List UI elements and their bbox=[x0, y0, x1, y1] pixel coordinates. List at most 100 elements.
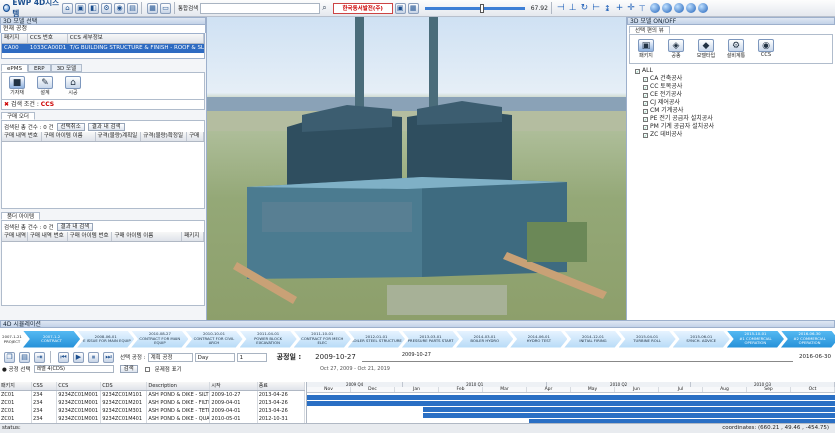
monitor-icon[interactable]: ▣ bbox=[394, 2, 406, 14]
copy-icon[interactable]: ❐ bbox=[4, 351, 15, 363]
gantt-bar[interactable] bbox=[307, 395, 835, 400]
play-icon[interactable]: ▶ bbox=[73, 351, 84, 363]
milestone-item[interactable]: 2015-10-01 #1 COMMERCIAL OPERATION bbox=[726, 330, 784, 348]
schedule-row[interactable]: ZC01 234 9234ZC01M001 9234ZC01M401 ASH POND … bbox=[0, 415, 305, 423]
construction-button[interactable]: ⌂ 시공 bbox=[62, 76, 84, 96]
milestone-item[interactable]: 2016-06-30 #2 COMMERCIAL OPERATION bbox=[780, 330, 835, 348]
checkbox[interactable]: ✓ bbox=[643, 132, 648, 138]
model-type-button[interactable]: ◆ 모델타입 bbox=[695, 39, 717, 59]
3d-viewport[interactable] bbox=[207, 17, 626, 320]
checkbox[interactable]: ✓ bbox=[635, 68, 640, 74]
gantt-bar[interactable] bbox=[423, 407, 835, 412]
camera-icon[interactable]: ◉ bbox=[114, 2, 125, 14]
first-frame-icon[interactable]: ⏮ bbox=[58, 351, 69, 363]
sphere-view-icon-2[interactable] bbox=[661, 3, 672, 13]
process-select[interactable]: 계획 공정 bbox=[147, 352, 193, 362]
measure-icon[interactable]: ↨ bbox=[604, 4, 611, 13]
crosshair-icon[interactable]: ✛ bbox=[627, 3, 635, 13]
export-icon[interactable]: ⇥ bbox=[34, 351, 45, 363]
tab-3d-model[interactable]: 3D 모델 bbox=[50, 64, 83, 72]
tree-item[interactable]: ✓ ALL bbox=[635, 67, 827, 75]
rotate-icon[interactable]: ↻ bbox=[581, 3, 589, 13]
print-icon[interactable]: ▦ bbox=[147, 2, 158, 14]
sphere-view-icon-5[interactable] bbox=[697, 3, 708, 13]
milestone-item[interactable]: 2011-10-01 CONTRACT FOR MECH ELEC bbox=[293, 330, 351, 348]
purchase-item-tab[interactable]: 품더 아이템 bbox=[1, 212, 41, 220]
save-icon[interactable]: ▤ bbox=[127, 2, 138, 14]
schedule-row[interactable]: ZC01 234 9234ZC01M001 9234ZC01M201 ASH POND … bbox=[0, 399, 305, 407]
checkbox[interactable]: ✓ bbox=[643, 108, 648, 114]
tab-erp[interactable]: ERP bbox=[27, 64, 51, 72]
milestone-item[interactable]: 2014-06-01 HYDRO TEST bbox=[510, 330, 568, 348]
sphere-view-icon-4[interactable] bbox=[685, 3, 696, 13]
cube-icon[interactable]: ▣ bbox=[75, 2, 86, 14]
section-icon[interactable]: ⊤ bbox=[639, 4, 646, 13]
pause-icon[interactable]: ⏸ bbox=[88, 351, 99, 363]
search-icon[interactable]: ⌕ bbox=[322, 3, 326, 13]
schedule-row[interactable]: ZC01 234 9234ZC01M001 9234ZC01M301 ASH POND … bbox=[0, 407, 305, 415]
milestone-item[interactable]: 2011-04-01 POWER BLOCK EXCAVATION bbox=[239, 330, 297, 348]
home-icon[interactable]: ⌂ bbox=[62, 2, 73, 14]
tree-item[interactable]: ✓ PM 기계 공급자 설치공사 bbox=[635, 123, 827, 131]
design-button[interactable]: ✎ 설계 bbox=[34, 76, 56, 96]
clear-selection-button[interactable]: 선택취소 bbox=[56, 122, 85, 131]
milestone-item[interactable]: 2013-03-01 PRESSURE PARTS START bbox=[401, 330, 460, 348]
window-icon[interactable]: ▭ bbox=[160, 2, 171, 14]
tree-item[interactable]: ✓ CE 전기공사 bbox=[635, 91, 827, 99]
equipment-button[interactable]: ■ 기자재 bbox=[6, 76, 28, 96]
gantt-bar[interactable] bbox=[423, 413, 835, 418]
milestone-item[interactable]: 2008-06-01 PE ISSUE FOR MAIN EQUIP bbox=[77, 330, 135, 348]
gantt-bar[interactable] bbox=[307, 401, 835, 406]
tree-item[interactable]: ✓ ZC 데비공사 bbox=[635, 131, 827, 139]
checkbox[interactable]: ✓ bbox=[643, 84, 648, 90]
milestone-item[interactable]: 2014-03-01 BOILER HYDRO bbox=[456, 330, 514, 348]
milestone-item[interactable]: 2015-06-01 SYNCH. ADVICE bbox=[672, 330, 730, 348]
sphere-view-icon-1[interactable] bbox=[649, 3, 660, 13]
tree-item[interactable]: ✓ CJ 제어공사 bbox=[635, 99, 827, 107]
view-side-icon[interactable]: ⊢ bbox=[592, 3, 600, 13]
tree-item[interactable]: ✓ CM 기계공사 bbox=[635, 107, 827, 115]
tree-item[interactable]: ✓ CA 건축공사 bbox=[635, 75, 827, 83]
system-button[interactable]: ⚙ 설비계통 bbox=[725, 39, 747, 59]
milestone-item[interactable]: 2010-08-27 CONTRACT FOR MAIN EQUIP bbox=[131, 330, 189, 348]
schedule-row[interactable]: ZC01 234 9234ZC01M001 9234ZC01M101 ASH POND … bbox=[0, 390, 305, 399]
step-input[interactable]: 1 bbox=[236, 352, 267, 362]
milestone-item[interactable]: 2012-01-01 BOILER STEEL STRUCTURE bbox=[347, 330, 405, 348]
layers-icon[interactable]: ◧ bbox=[88, 2, 99, 14]
checkbox[interactable]: ✓ bbox=[643, 116, 648, 122]
date-timeline-slider[interactable]: 2009-10-27 bbox=[361, 352, 794, 362]
unit-select[interactable]: Day bbox=[194, 352, 235, 362]
checkbox[interactable]: ✓ bbox=[643, 76, 648, 82]
search-input[interactable] bbox=[200, 2, 321, 14]
grid-icon[interactable]: ▦ bbox=[407, 2, 419, 14]
milestone-item[interactable]: 2010-10-01 CONTRACT FOR CIVIL ARCH bbox=[185, 330, 243, 348]
paste-icon[interactable]: ▤ bbox=[19, 351, 30, 363]
search-in-result-button-2[interactable]: 결과 내 검색 bbox=[56, 222, 94, 231]
tree-item[interactable]: ✓ PE 전기 공급자 설치공사 bbox=[635, 115, 827, 123]
tree-item[interactable]: ✓ CC 토목공사 bbox=[635, 83, 827, 91]
package-button[interactable]: ▣ 패키지 bbox=[635, 39, 657, 59]
view-top-icon[interactable]: ⊥ bbox=[569, 3, 577, 13]
milestone-item[interactable]: 2014-12-01 INITIAL FIRING bbox=[564, 330, 622, 348]
selected-process-row[interactable]: CA00 1033CA00D1 T/G BUILDING STRUCTURE &… bbox=[2, 44, 204, 53]
pan-icon[interactable]: + bbox=[616, 3, 624, 13]
checkbox[interactable]: ✓ bbox=[643, 100, 648, 106]
problem-check-checkbox[interactable] bbox=[144, 366, 150, 372]
sphere-view-icon-3[interactable] bbox=[673, 3, 684, 13]
checkbox[interactable]: ✓ bbox=[643, 124, 648, 130]
search-in-result-button[interactable]: 결과 내 검색 bbox=[87, 122, 125, 131]
gear-icon[interactable]: ⚙ bbox=[101, 2, 112, 14]
milestone-item[interactable]: 2015-04-01 TURBINE ROLL bbox=[618, 330, 676, 348]
checkbox[interactable]: ✓ bbox=[643, 92, 648, 98]
purchase-order-tab[interactable]: 구매 오더 bbox=[1, 112, 35, 120]
milestone-item[interactable]: 2007-1-2 CONTRACT bbox=[23, 330, 81, 348]
filter-select[interactable]: 레벨 4(CDS) bbox=[33, 365, 114, 373]
zoom-slider[interactable] bbox=[424, 3, 525, 13]
ccs-button[interactable]: ◉ CCS bbox=[755, 39, 777, 59]
convenience-view-tab[interactable]: 선택 편의 뷰 bbox=[629, 26, 670, 34]
zoom-slider-knob[interactable] bbox=[479, 3, 484, 13]
last-frame-icon[interactable]: ⏭ bbox=[103, 351, 114, 363]
view-front-icon[interactable]: ⊣ bbox=[557, 3, 565, 13]
filter-search-button[interactable]: 검색 bbox=[119, 365, 138, 373]
tab-epms[interactable]: ePMS bbox=[1, 64, 28, 72]
